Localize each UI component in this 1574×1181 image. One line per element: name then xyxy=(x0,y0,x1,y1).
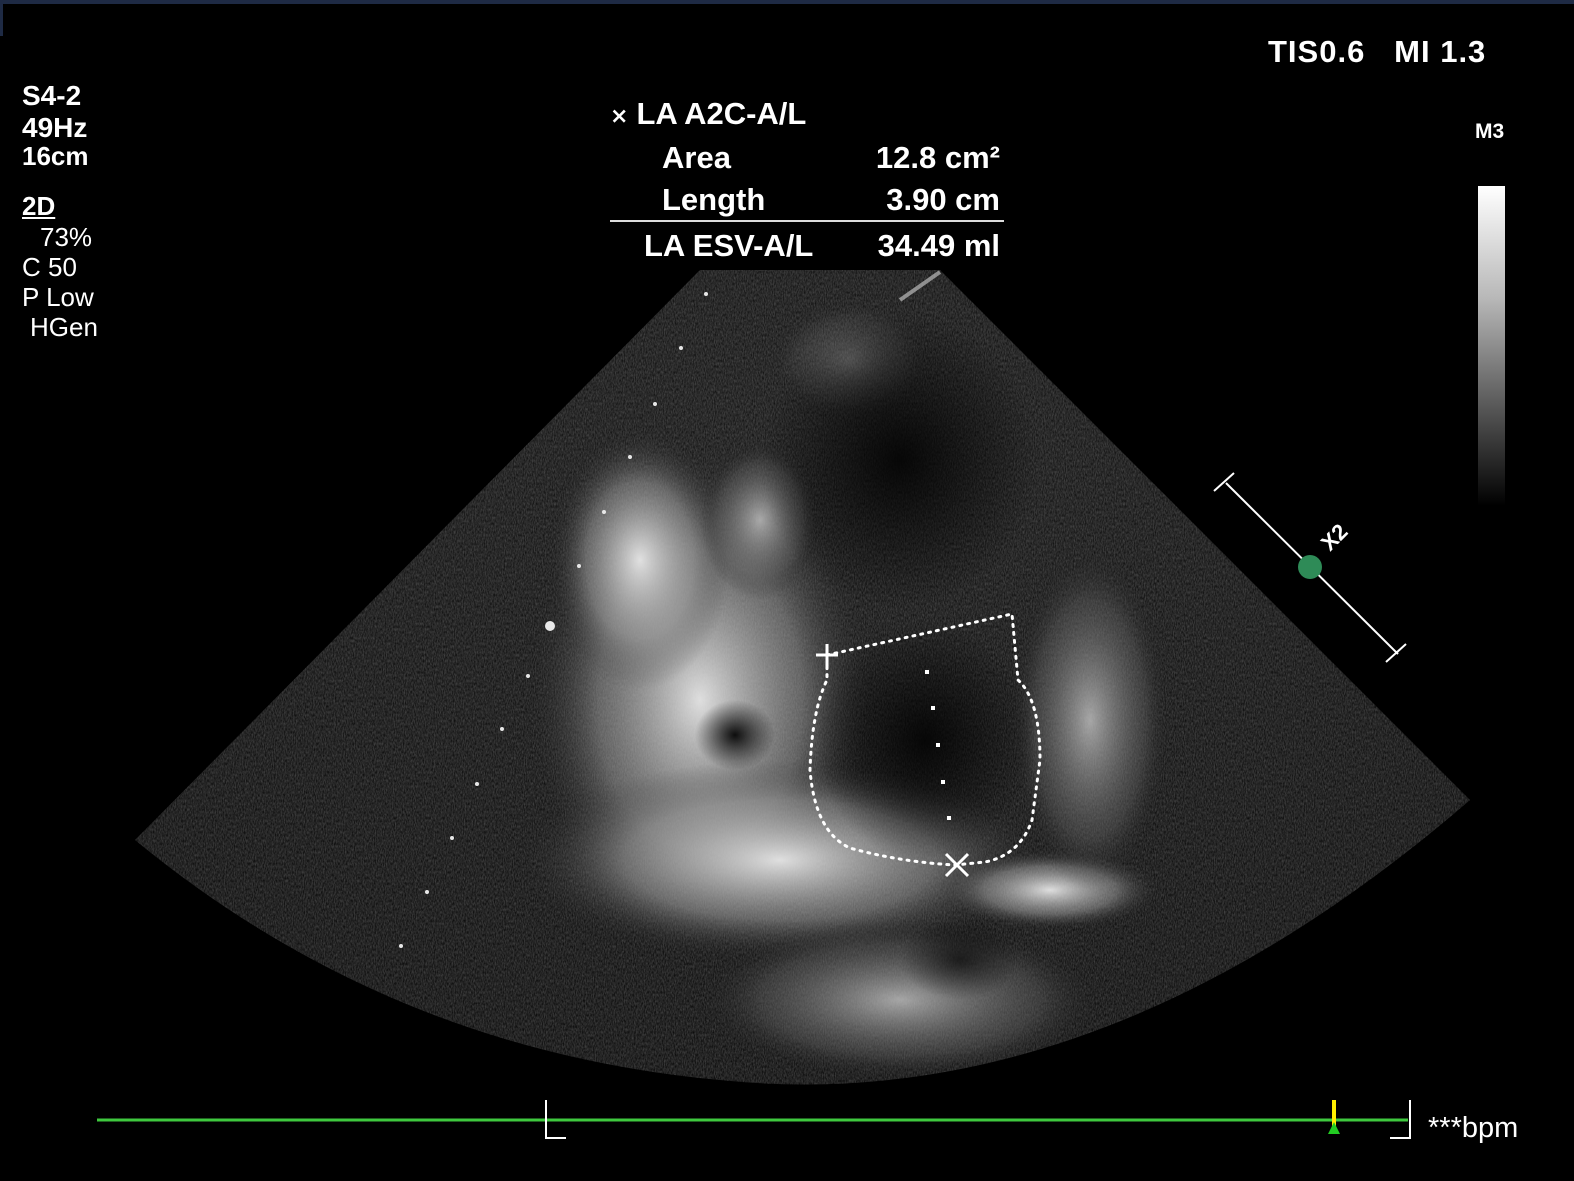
grayscale-bar xyxy=(1478,186,1505,506)
grayscale-map-label: M3 xyxy=(1475,120,1505,143)
zoom-label: X2 xyxy=(1316,519,1353,556)
gain-value: 73% xyxy=(40,222,93,252)
measurement-result: LA ESV-A/L 34.49 ml xyxy=(644,228,1000,263)
harmonic-value: HGen xyxy=(30,312,98,342)
measurement-title: ⨯ LA A2C-A/L xyxy=(610,96,807,131)
persistence-value: P Low xyxy=(22,282,94,312)
caliper-x-icon: ⨯ xyxy=(610,102,629,128)
divider xyxy=(610,220,1004,222)
zoom-handle-dot xyxy=(1298,555,1322,579)
parameter-panel: S4-2 49Hz 16cm 2D 73% C 50 P Low HGen xyxy=(22,80,98,342)
compression-value: C 50 xyxy=(22,252,77,282)
depth-value: 16cm xyxy=(22,141,89,171)
mode-label: 2D xyxy=(22,191,56,221)
transducer-label: S4-2 xyxy=(22,80,82,111)
safety-indices: TIS0.6 MI 1.3 xyxy=(1268,34,1487,69)
measurement-row: Area 12.8 cm² xyxy=(662,140,1000,175)
measurement-row: Length 3.90 cm xyxy=(662,182,1000,217)
heart-rate: ***bpm xyxy=(1428,1112,1519,1144)
ecg-marker-triangle xyxy=(1328,1122,1340,1134)
